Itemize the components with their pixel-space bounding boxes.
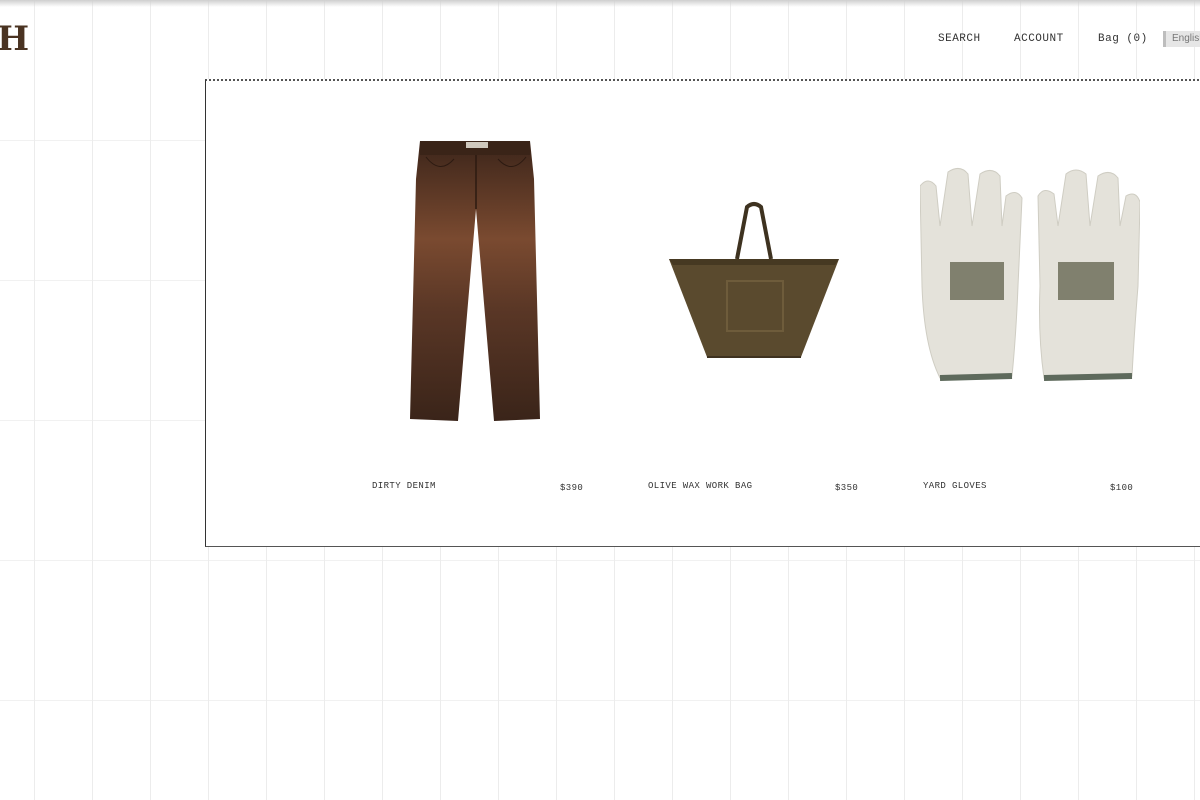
product-name[interactable]: OLIVE WAX WORK BAG [648,481,752,491]
product-price: $390 [560,483,584,493]
language-select[interactable]: English [1163,31,1200,47]
account-link[interactable]: ACCOUNT [1014,33,1064,45]
brand-logo[interactable]: H [0,22,29,56]
work-gloves-icon[interactable] [920,166,1140,396]
product-price: $350 [835,483,859,493]
product-card-yard-gloves[interactable]: YARD GLOVES $100 [906,121,1146,501]
bag-link[interactable]: Bag (0) [1098,33,1148,45]
product-grid: DIRTY DENIM $390 OLIVE WAX WORK BAG $350… [205,79,1200,547]
denim-jeans-icon[interactable] [406,139,546,424]
product-name[interactable]: YARD GLOVES [923,481,987,491]
search-link[interactable]: SEARCH [938,33,981,45]
top-shadow [0,0,1200,7]
product-card-olive-wax-work-bag[interactable]: OLIVE WAX WORK BAG $350 [631,121,871,501]
product-card-dirty-denim[interactable]: DIRTY DENIM $390 [356,121,596,501]
product-name[interactable]: DIRTY DENIM [372,481,436,491]
tote-bag-icon[interactable] [667,201,842,361]
product-price: $100 [1110,483,1134,493]
